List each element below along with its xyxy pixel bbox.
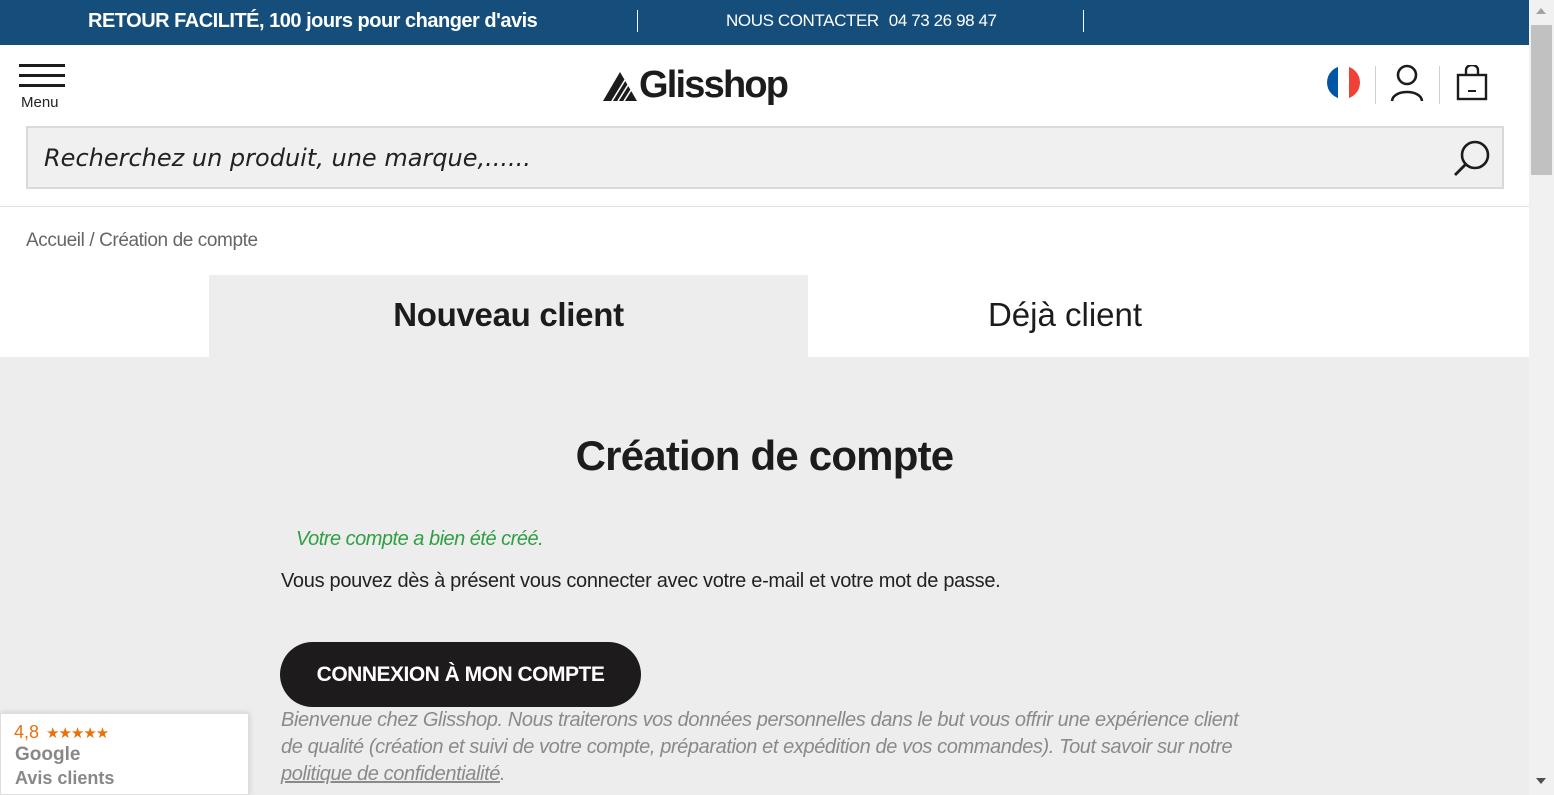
scroll-up-arrow-icon[interactable] bbox=[1536, 8, 1546, 14]
star-rating-icon: ★★★★★ bbox=[46, 725, 109, 742]
tab-existing-client[interactable]: Déjà client bbox=[808, 275, 1322, 357]
privacy-policy-link[interactable]: politique de confidentialité bbox=[281, 763, 500, 785]
hamburger-icon-bar bbox=[19, 74, 65, 77]
menu-label: Menu bbox=[21, 94, 59, 111]
tab-new-client[interactable]: Nouveau client bbox=[209, 275, 808, 357]
divider bbox=[1083, 10, 1084, 32]
logo-mountain-icon bbox=[603, 72, 637, 102]
rating-value: 4,8 bbox=[14, 722, 40, 742]
search-input[interactable] bbox=[44, 140, 1424, 176]
divider bbox=[637, 10, 638, 32]
google-reviews-badge[interactable]: 4,8 ★★★★★ Google Avis clients bbox=[0, 713, 249, 795]
menu-button[interactable]: Menu bbox=[19, 64, 66, 112]
return-promo-link[interactable]: RETOUR FACILITÉ, 100 jours pour changer … bbox=[88, 10, 538, 33]
header-divider bbox=[0, 206, 1529, 207]
success-message: Votre compte a bien été créé. bbox=[296, 528, 544, 550]
hamburger-icon-bar bbox=[19, 84, 65, 87]
site-logo[interactable]: Glisshop bbox=[603, 62, 789, 108]
divider bbox=[1375, 66, 1376, 104]
login-button[interactable]: CONNEXION À MON COMPTE bbox=[280, 642, 641, 707]
reviews-label: Avis clients bbox=[15, 768, 115, 788]
shopping-bag-icon[interactable] bbox=[1456, 65, 1488, 101]
google-label: Google bbox=[15, 744, 81, 765]
page-title: Création de compte bbox=[575, 432, 954, 479]
privacy-end: . bbox=[499, 763, 506, 785]
privacy-notice: Bienvenue chez Glisshop. Nous traiterons… bbox=[281, 707, 1256, 788]
logo-text: Glisshop bbox=[639, 63, 789, 106]
france-flag-icon[interactable] bbox=[1327, 66, 1360, 99]
login-info-text: Vous pouvez dès à présent vous connecter… bbox=[281, 570, 1001, 592]
breadcrumb[interactable]: Accueil / Création de compte bbox=[26, 230, 258, 252]
hamburger-icon bbox=[19, 64, 65, 67]
search-bar bbox=[26, 126, 1504, 189]
page: RETOUR FACILITÉ, 100 jours pour changer … bbox=[0, 0, 1554, 795]
scrollbar-thumb[interactable] bbox=[1531, 25, 1552, 175]
top-banner: RETOUR FACILITÉ, 100 jours pour changer … bbox=[0, 0, 1529, 45]
privacy-text: Bienvenue chez Glisshop. Nous traiterons… bbox=[281, 709, 1239, 758]
scroll-down-arrow-icon[interactable] bbox=[1536, 778, 1546, 784]
vertical-scrollbar[interactable] bbox=[1529, 0, 1554, 795]
phone-number: 04 73 26 98 47 bbox=[888, 11, 997, 30]
contact-label: NOUS CONTACTER bbox=[726, 11, 879, 30]
search-icon[interactable] bbox=[1452, 139, 1492, 179]
contact-link[interactable]: NOUS CONTACTER 04 73 26 98 47 bbox=[726, 11, 997, 31]
divider bbox=[1439, 66, 1440, 104]
user-account-icon[interactable] bbox=[1390, 64, 1424, 102]
